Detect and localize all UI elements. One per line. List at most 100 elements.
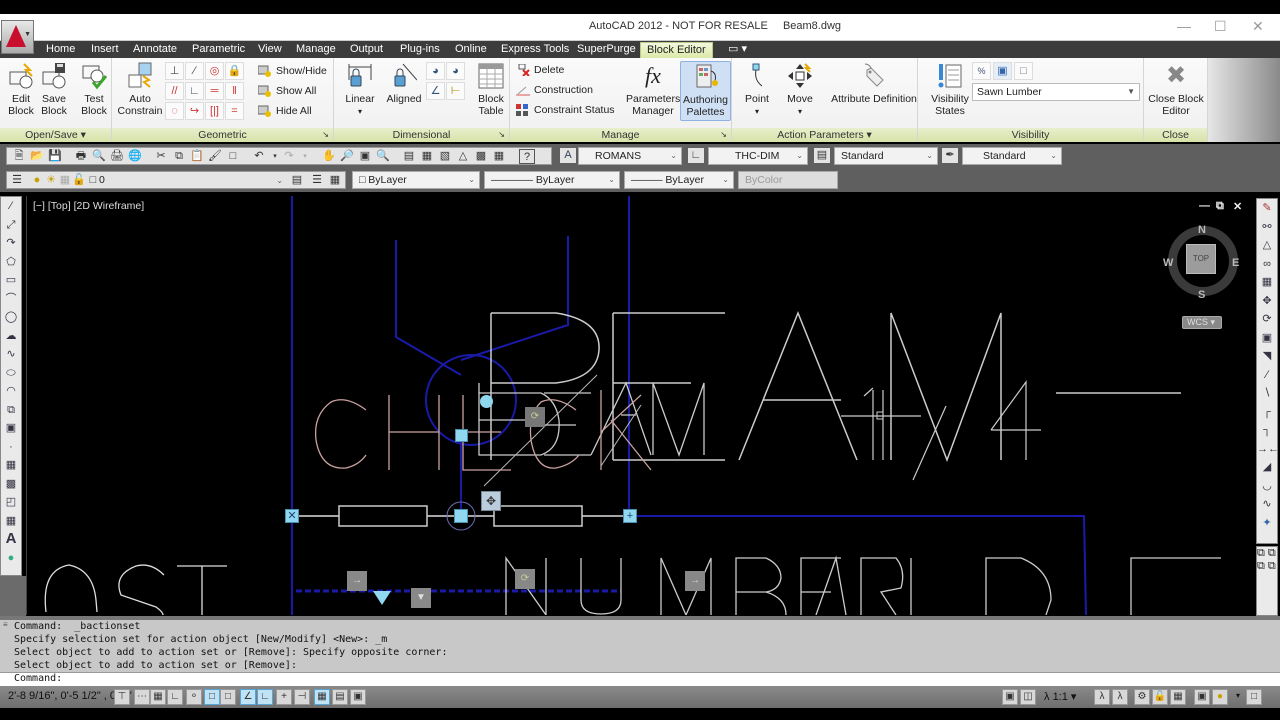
sheet-set-icon[interactable]: △ [455, 149, 471, 164]
action-badge-icon-3[interactable]: → [685, 571, 705, 591]
match-properties-icon[interactable]: 🖌 [207, 149, 223, 164]
concentric-constraint-icon[interactable]: ◎ [205, 62, 224, 80]
zoom-realtime-icon[interactable]: 🔎 [339, 149, 355, 164]
minimize-icon[interactable]: — [1177, 18, 1191, 34]
markup-set-icon[interactable]: ▩ [473, 149, 489, 164]
erase-icon[interactable]: ✎ [1257, 199, 1277, 218]
dim-style-dropdown[interactable]: THC-DIM ⌄ [708, 147, 808, 165]
lock-ui-icon[interactable]: 🔓 [1152, 689, 1168, 705]
point-grip[interactable] [455, 429, 468, 442]
move-action-button[interactable]: Move ▾ [782, 62, 818, 118]
circle-icon[interactable]: ◯ [1, 308, 21, 327]
application-menu-button[interactable]: ▼ [1, 20, 34, 54]
grid-display-icon[interactable]: ▦ [150, 689, 166, 705]
panel-label-dimensional[interactable]: Dimensional ↘ [334, 128, 509, 142]
visibility-state-dropdown[interactable]: Sawn Lumber ▼ [972, 83, 1140, 101]
visibility-grip[interactable] [373, 591, 391, 605]
layer-dropdown[interactable]: 0 ⌄ [99, 173, 285, 188]
visibility-mode-icon[interactable]: % [972, 62, 991, 80]
redo-dropdown-icon[interactable]: ▾ [297, 149, 313, 164]
action-badge-icon[interactable]: → [347, 571, 367, 591]
dynamic-ucs-icon[interactable]: ∟ [257, 689, 273, 705]
rotate-action-icon[interactable]: ⟳ [525, 407, 545, 427]
multiline-text-icon[interactable]: A [1, 530, 21, 549]
rotate-icon[interactable]: ⟳ [1257, 310, 1277, 329]
text-style-dropdown[interactable]: ROMANS ⌄ [578, 147, 682, 165]
ortho-mode-icon[interactable]: ∟ [167, 689, 183, 705]
redo-icon[interactable]: ↷ [281, 149, 297, 164]
construction-button[interactable]: Construction [516, 81, 593, 99]
command-input[interactable]: Command: [0, 672, 1280, 686]
annotation-scale[interactable]: λ 1:1 ▾ [1044, 690, 1076, 703]
hide-all-button[interactable]: Hide All [257, 102, 312, 120]
lineweight-dropdown[interactable]: ——— ByLayer ⌄ [624, 171, 734, 189]
rotation-grip[interactable] [480, 395, 493, 408]
tab-block-editor[interactable]: Block Editor [640, 42, 713, 58]
linetype-dropdown[interactable]: ———— ByLayer ⌄ [484, 171, 620, 189]
status-menu-icon[interactable]: ▾ [1236, 691, 1240, 700]
join-icon[interactable]: →← [1257, 440, 1279, 459]
stretch-grip-right[interactable]: + [623, 509, 637, 523]
parameters-manager-button[interactable]: fx Parameters Manager [626, 62, 680, 117]
make-current-layer-icon[interactable]: ▤ [289, 173, 305, 188]
bring-to-front-icon[interactable]: ⧉ [1257, 547, 1265, 559]
stretch-icon[interactable]: ◥ [1257, 347, 1277, 366]
smooth-constraint-icon[interactable]: ↪ [185, 102, 204, 120]
text-style-icon[interactable]: A [560, 148, 576, 163]
arc-icon[interactable]: ⌒ [1, 290, 21, 309]
move-icon[interactable]: ✥ [1257, 292, 1277, 311]
ellipse-icon[interactable]: ⬭ [1, 364, 21, 383]
snap-mode-icon[interactable]: ⋯ [134, 689, 150, 705]
point-parameter-button[interactable]: Point ▾ [740, 62, 774, 118]
tangent-constraint-icon[interactable]: ◌ [165, 102, 184, 120]
fix-constraint-icon[interactable]: 🔒 [225, 62, 244, 80]
selection-cycling-icon[interactable]: ▣ [350, 689, 366, 705]
send-to-back-icon[interactable]: ⧉ [1268, 547, 1276, 559]
open-icon[interactable]: 📂 [29, 149, 45, 164]
authoring-palettes-button[interactable]: Authoring Palettes [680, 61, 731, 121]
block-editor-icon[interactable]: □ [225, 149, 241, 164]
make-block-icon[interactable]: ▣ [1, 419, 21, 438]
isolate-objects-icon[interactable]: ▣ [1194, 689, 1210, 705]
hardware-acceleration-icon[interactable]: ▦ [1170, 689, 1186, 705]
mirror-icon[interactable]: △ [1257, 236, 1277, 255]
quick-properties-icon[interactable]: ▤ [332, 689, 348, 705]
tab-superpurge[interactable]: SuperPurge [571, 42, 642, 58]
add-selected-icon[interactable]: ● [1, 549, 21, 568]
edit-block-button[interactable]: Edit Block [4, 62, 38, 117]
spline-icon[interactable]: ∿ [1, 345, 21, 364]
multileader-style-dropdown[interactable]: Standard ⌄ [962, 147, 1062, 165]
tab-parametric[interactable]: Parametric [186, 42, 251, 58]
symmetric-constraint-icon[interactable]: [|] [205, 102, 224, 120]
grip-handle-icon[interactable]: ≡ [3, 620, 8, 629]
array-icon[interactable]: ▦ [1257, 273, 1277, 292]
polygon-icon[interactable]: ⬠ [1, 253, 21, 272]
collinear-constraint-icon[interactable]: ∕ [185, 62, 204, 80]
vertical-constraint-icon[interactable]: ‖ [225, 82, 244, 100]
show-all-button[interactable]: Show All [257, 82, 316, 100]
point-icon[interactable]: · [1, 438, 21, 457]
layer-previous-icon[interactable]: ☰ [309, 173, 325, 188]
revision-cloud-icon[interactable]: ☁ [1, 327, 21, 346]
base-point-grip[interactable] [454, 509, 468, 523]
send-under-icon[interactable]: ⧉ [1268, 560, 1276, 572]
tool-palettes-icon[interactable]: ▧ [437, 149, 453, 164]
transparency-icon[interactable]: ▦ [314, 689, 330, 705]
break-icon[interactable]: ┐ [1257, 421, 1277, 440]
panel-label-open-save[interactable]: Open/Save ▾ [0, 128, 111, 142]
visibility-action-icon[interactable]: ▼ [411, 588, 431, 608]
3d-dwf-icon[interactable]: 🌐 [127, 149, 143, 164]
tab-view[interactable]: View [252, 42, 288, 58]
aligned-button[interactable]: Aligned [384, 62, 424, 105]
quickcalc-icon[interactable]: ▦ [491, 149, 507, 164]
tab-home[interactable]: Home [40, 42, 81, 58]
offset-icon[interactable]: ∞ [1257, 255, 1277, 274]
close-block-editor-button[interactable]: ✖ Close Block Editor [1146, 62, 1206, 117]
tab-express-tools[interactable]: Express Tools [495, 42, 575, 58]
angular-dimension-icon[interactable]: ◕ [426, 62, 445, 80]
convert-dimension-icon[interactable]: ⊢ [446, 82, 465, 100]
coincident-constraint-icon[interactable]: ⊥ [165, 62, 184, 80]
multileader-style-icon[interactable]: ✒ [942, 148, 958, 163]
panel-label-geometric[interactable]: Geometric ↘ [112, 128, 333, 142]
properties-icon[interactable]: ▤ [401, 149, 417, 164]
